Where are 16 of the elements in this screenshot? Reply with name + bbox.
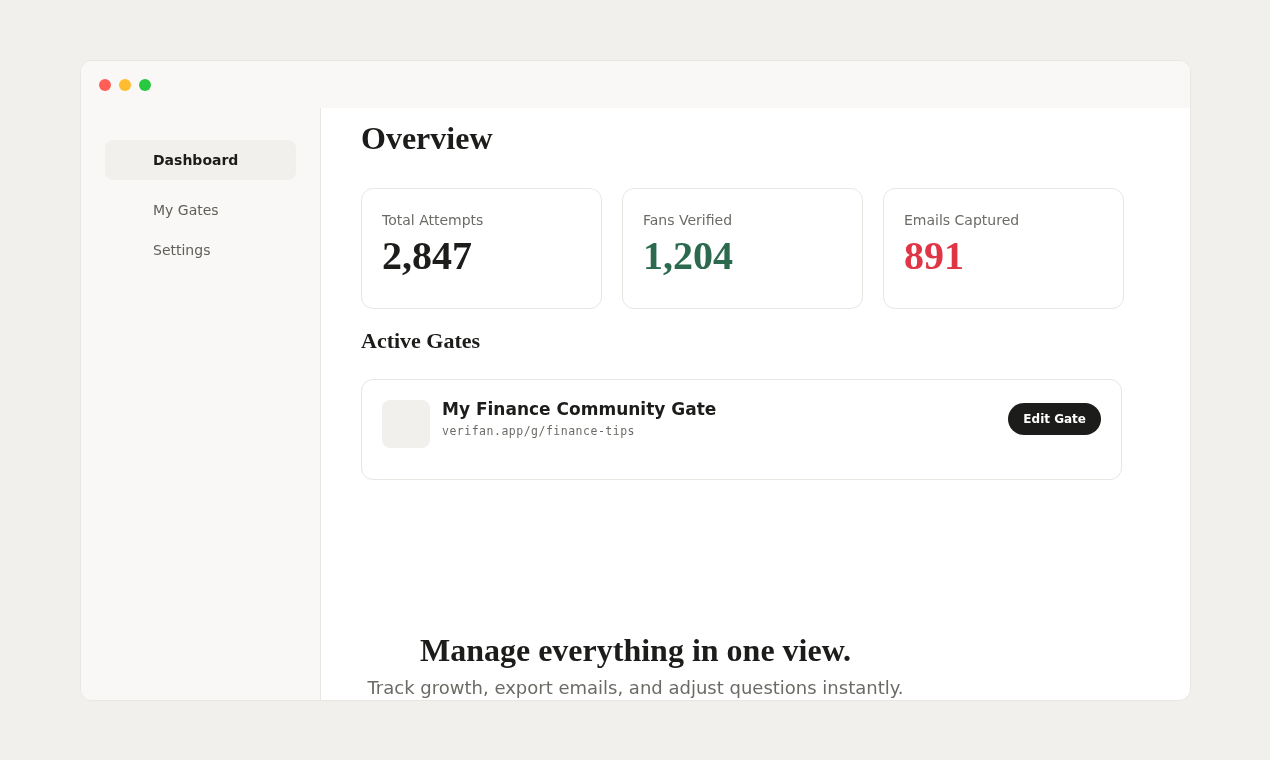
caption-headline: Manage everything in one view.	[419, 632, 852, 668]
stat-label: Total Attempts	[382, 211, 485, 230]
gate-url: verifan.app/g/finance-tips	[442, 423, 636, 439]
gate-name: My Finance Community Gate	[442, 400, 717, 418]
sidebar-item[interactable]: My Gates	[105, 190, 296, 230]
stat-value: 1,204	[643, 232, 734, 280]
stat-value: 891	[904, 232, 965, 280]
stat-label: Fans Verified	[643, 211, 734, 230]
sidebar-item[interactable]: Settings	[105, 230, 296, 270]
page-title: Overview	[361, 119, 494, 158]
edit-gate-button[interactable]: Edit Gate	[1008, 403, 1101, 435]
stat-label: Emails Captured	[904, 211, 1021, 230]
stat-value: 2,847	[382, 232, 473, 280]
sidebar-item[interactable]: Dashboard	[105, 140, 296, 180]
caption-text: Track growth, export emails, and adjust questions instantly.	[367, 676, 904, 700]
section-title: Active Gates	[361, 327, 482, 355]
